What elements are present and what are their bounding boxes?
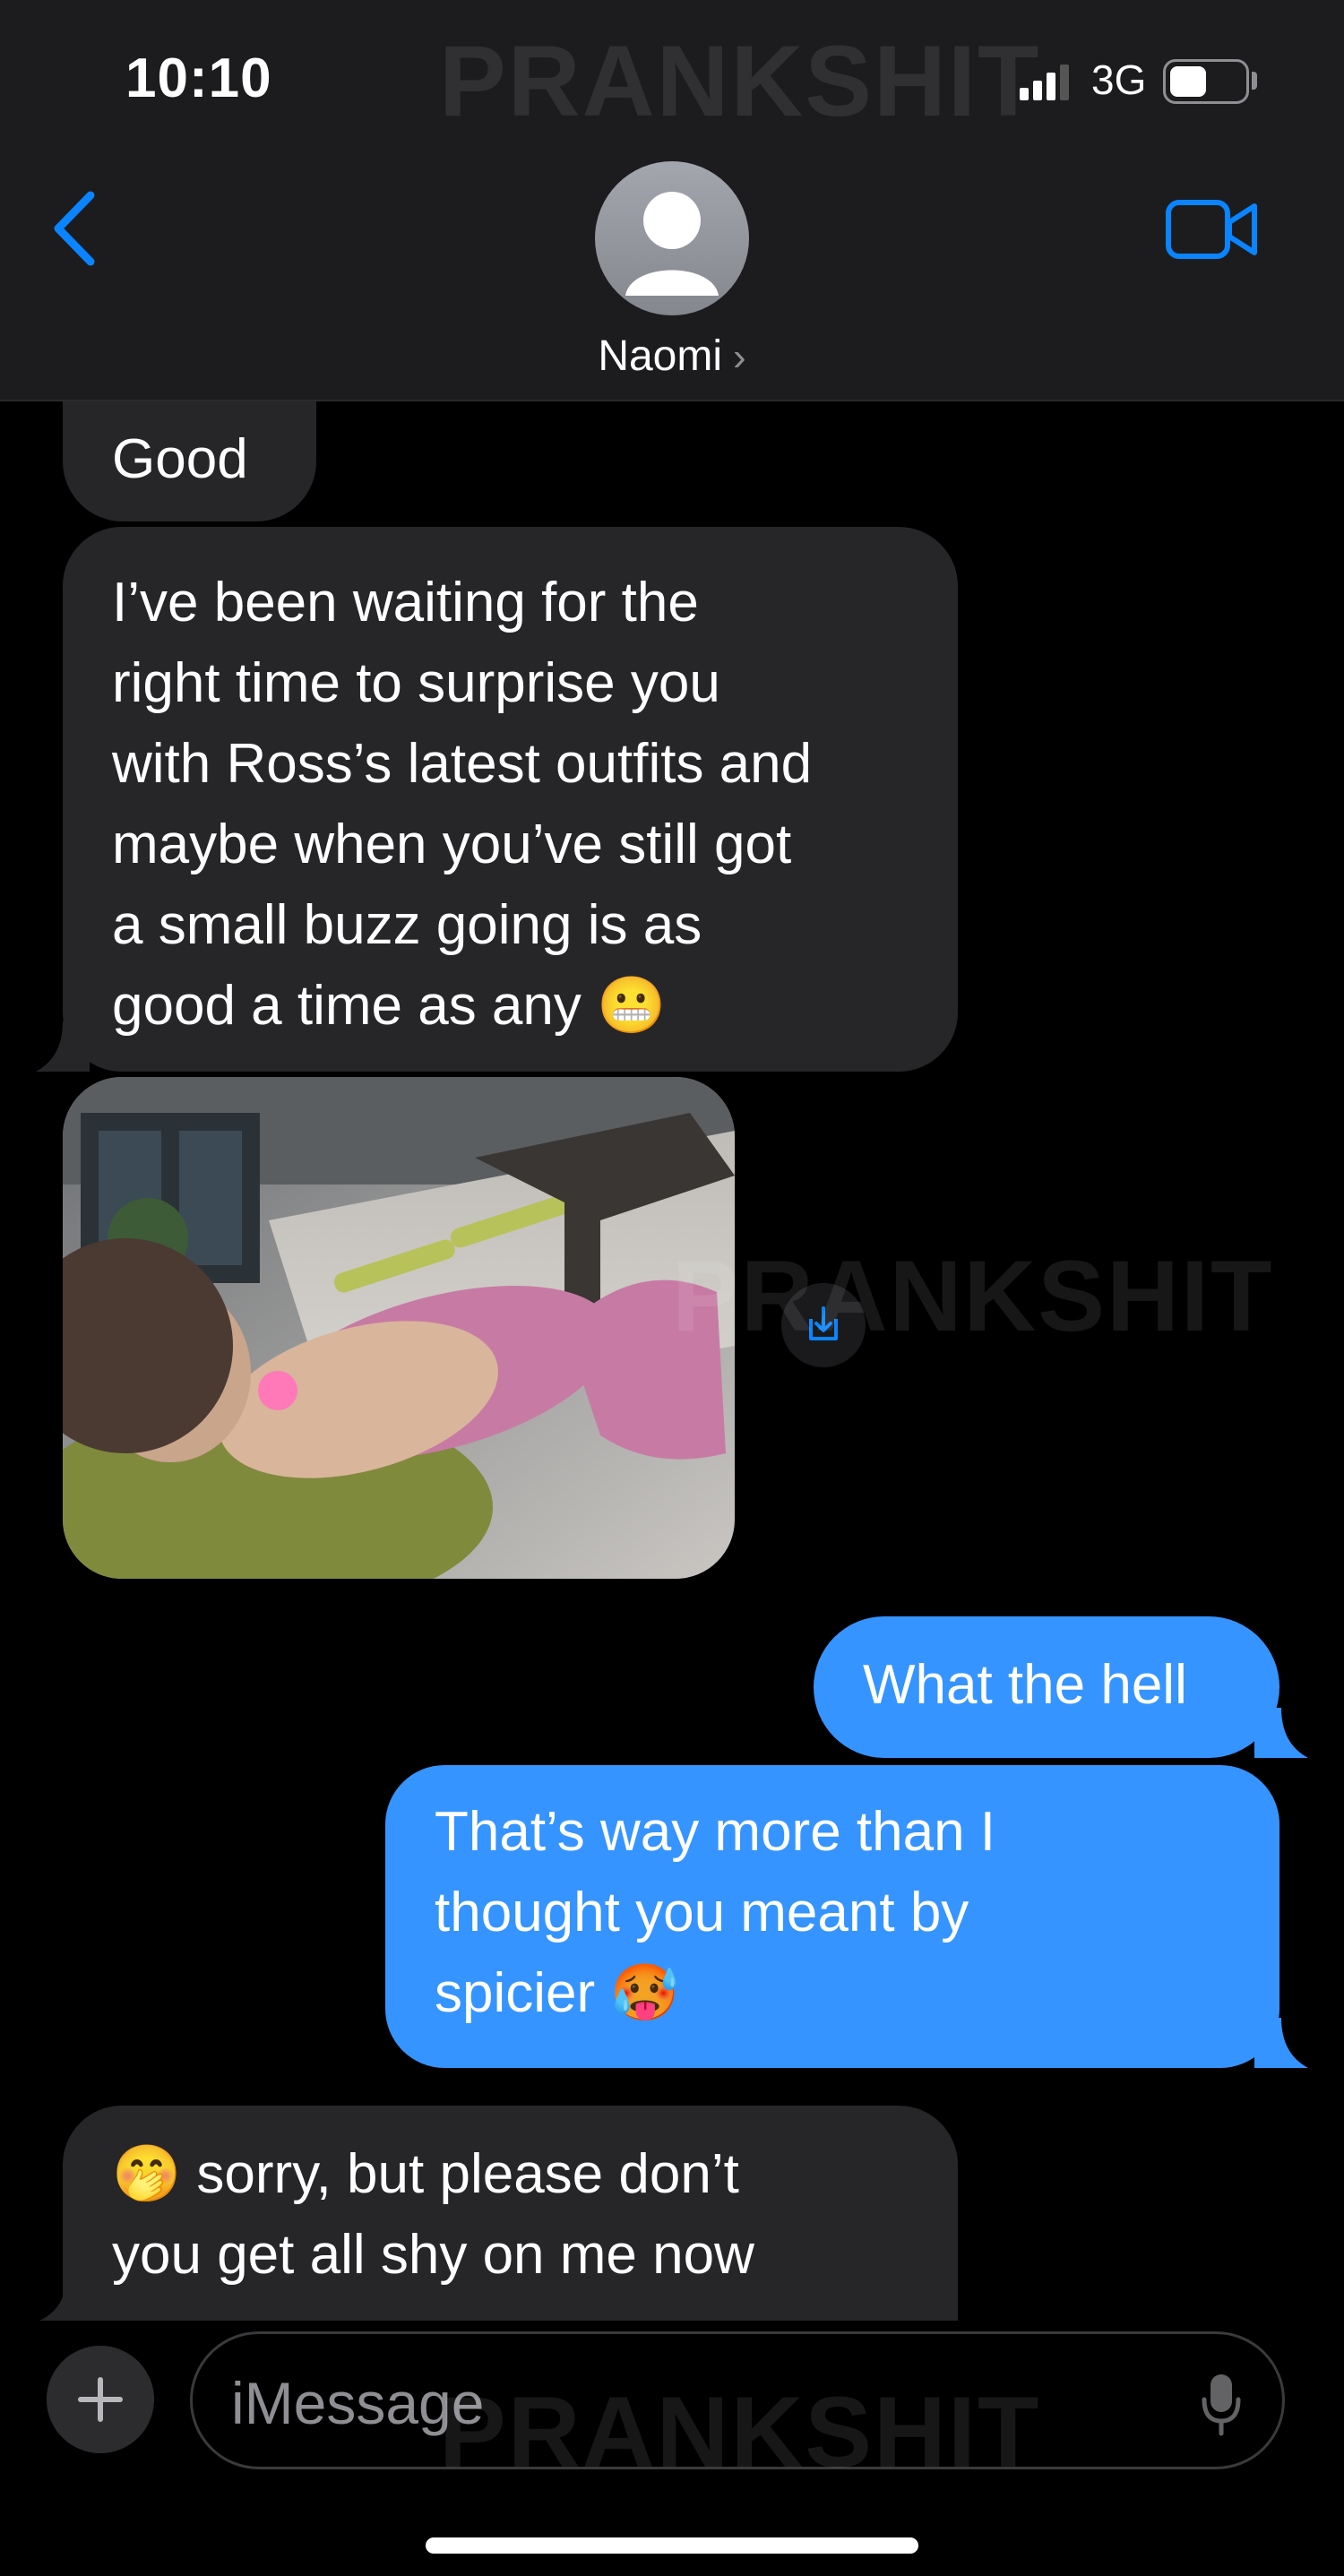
video-call-button[interactable]: [1165, 197, 1260, 262]
bubble-tail: [39, 2276, 93, 2321]
network-type: 3G: [1091, 56, 1147, 103]
back-button[interactable]: [49, 188, 103, 269]
incoming-message[interactable]: 🤭 sorry, but please don’t you get all sh…: [63, 2106, 958, 2321]
person-icon: [625, 192, 719, 296]
battery-icon: [1163, 59, 1249, 104]
bubble-tail: [1254, 2018, 1308, 2068]
battery-tip: [1252, 72, 1257, 90]
microphone-button[interactable]: [1201, 2373, 1242, 2437]
status-time: 10:10: [125, 47, 272, 109]
watermark: PRANKSHIT: [439, 2376, 1041, 2488]
home-indicator: [426, 2537, 918, 2554]
bubble-tail: [1254, 1708, 1308, 1758]
photo-image: [63, 1077, 735, 1579]
incoming-message[interactable]: I’ve been waiting for the right time to …: [63, 527, 958, 1072]
conversation-header: 10:10 3G Naomi › PRANKSHIT: [0, 0, 1344, 401]
chevron-right-icon: ›: [733, 335, 746, 379]
outgoing-message[interactable]: That’s way more than I thought you meant…: [385, 1765, 1279, 2068]
add-attachment-button[interactable]: [47, 2346, 154, 2453]
incoming-message[interactable]: Good: [63, 401, 316, 521]
photo-attachment[interactable]: [63, 1077, 735, 1579]
bubble-tail: [36, 1021, 90, 1072]
watermark: PRANKSHIT: [439, 25, 1041, 137]
contact-name: Naomi: [598, 332, 723, 380]
contact-avatar[interactable]: [595, 161, 749, 315]
watermark: PRANKSHIT: [672, 1240, 1274, 1352]
outgoing-message[interactable]: What the hell: [814, 1616, 1279, 1758]
contact-name-button[interactable]: Naomi ›: [0, 332, 1344, 381]
